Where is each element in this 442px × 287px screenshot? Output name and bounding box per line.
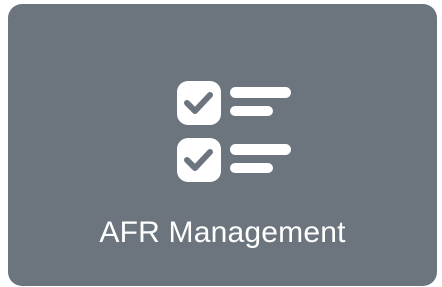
checklist-icon: [175, 78, 293, 186]
tile-label: AFR Management: [99, 216, 346, 249]
afr-management-tile[interactable]: AFR Management: [8, 4, 437, 286]
